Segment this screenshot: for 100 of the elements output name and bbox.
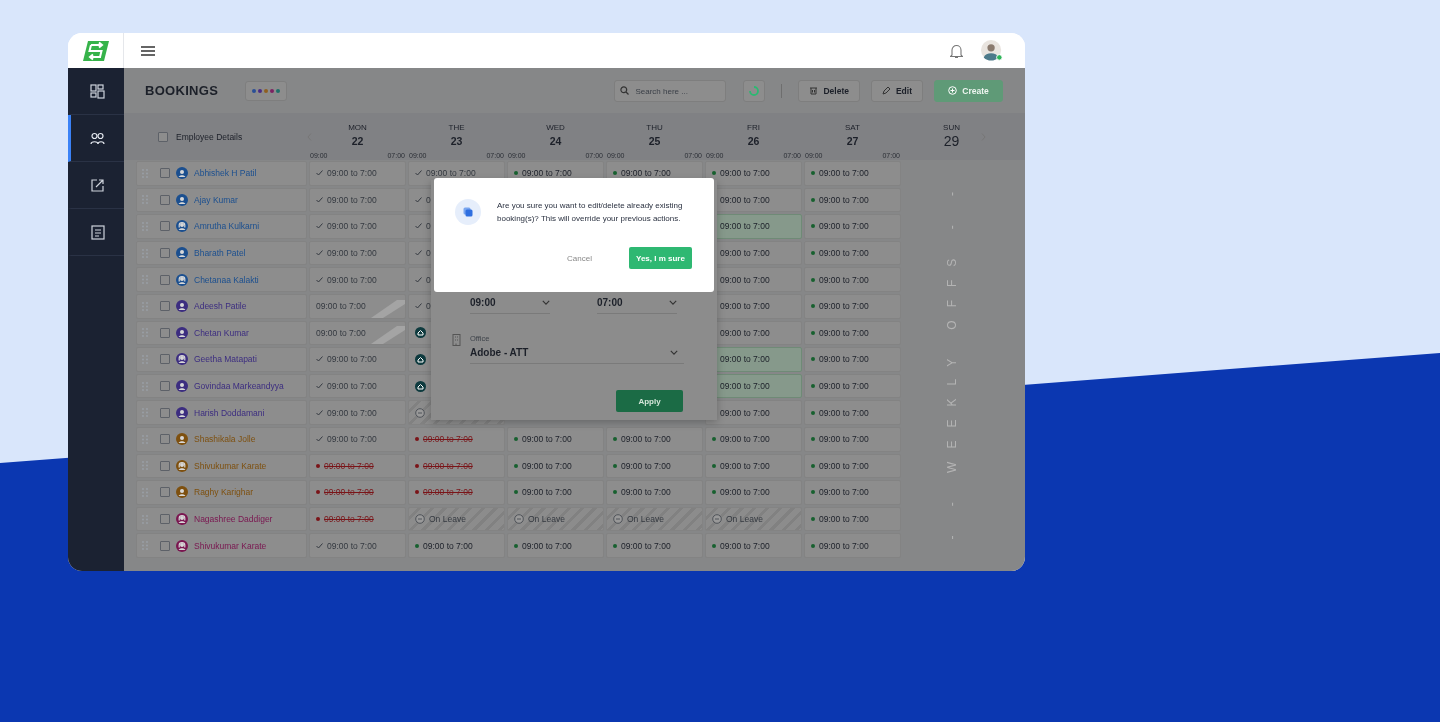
- row-checkbox[interactable]: [160, 407, 170, 418]
- booking-cell[interactable]: 09:00 to 7:00: [309, 480, 406, 505]
- booking-cell[interactable]: 09:00 to 7:00: [804, 347, 901, 372]
- check-icon: [415, 276, 422, 283]
- booking-cell[interactable]: 09:00 to 7:00: [309, 240, 406, 266]
- booking-cell[interactable]: 09:00 to 7:00: [309, 347, 406, 372]
- select-all-checkbox[interactable]: [158, 131, 168, 142]
- start-time-select[interactable]: 09:00: [470, 297, 550, 314]
- row-checkbox[interactable]: [160, 354, 170, 365]
- booking-cell[interactable]: 09:00 to 7:00: [507, 426, 604, 452]
- bell-icon[interactable]: [950, 42, 963, 59]
- booking-cell[interactable]: 09:00 to 7:00: [705, 533, 802, 558]
- booking-cell[interactable]: 09:00 to 7:00: [309, 320, 406, 346]
- booking-cell[interactable]: 09:00 to 7:00: [507, 533, 604, 558]
- employee-cell[interactable]: Geetha Matapati: [136, 347, 307, 372]
- employee-cell[interactable]: Amrutha Kulkarni: [136, 214, 307, 239]
- booking-cell[interactable]: 09:00 to 7:00: [309, 161, 406, 186]
- employee-cell[interactable]: Shivukumar Karate: [136, 533, 307, 558]
- booking-cell[interactable]: 09:00 to 7:00: [309, 293, 406, 319]
- search-field[interactable]: Search here ...: [614, 80, 727, 102]
- booking-time: 09:00 to 7:00: [720, 487, 770, 498]
- booking-cell[interactable]: 09:00 to 7:00: [804, 400, 901, 425]
- edit-button[interactable]: Edit: [870, 79, 923, 102]
- document-icon[interactable]: [90, 224, 105, 240]
- booking-cell[interactable]: 09:00 to 7:00: [804, 187, 901, 213]
- booking-cell[interactable]: 09:00 to 7:00: [804, 240, 901, 266]
- booking-cell[interactable]: 09:00 to 7:00: [309, 506, 406, 532]
- employee-cell[interactable]: Govindaa Markeandyya: [136, 373, 307, 399]
- employee-name: Harish Doddamani: [194, 407, 265, 418]
- employee-cell[interactable]: Harish Doddamani: [136, 400, 307, 425]
- end-time-select[interactable]: 07:00: [597, 297, 677, 314]
- booking-cell[interactable]: 09:00 to 7:00: [804, 320, 901, 346]
- booking-cell[interactable]: 09:00 to 7:00: [804, 161, 901, 186]
- booking-cell[interactable]: 09:00 to 7:00: [705, 400, 802, 425]
- booking-cell[interactable]: 09:00 to 7:00: [804, 214, 901, 239]
- booking-cell[interactable]: 09:00 to 7:00: [507, 453, 604, 479]
- employee-cell[interactable]: Ajay Kumar: [136, 187, 307, 213]
- booking-cell[interactable]: 09:00 to 7:00: [309, 453, 406, 479]
- refresh-button[interactable]: [743, 79, 766, 102]
- dashboard-icon[interactable]: [90, 83, 105, 99]
- booking-cell[interactable]: 09:00 to 7:00: [408, 533, 505, 558]
- avatar-icon[interactable]: [981, 39, 1003, 62]
- booking-cell[interactable]: 09:00 to 7:00: [309, 187, 406, 213]
- apply-button[interactable]: Apply: [616, 390, 683, 412]
- row-checkbox[interactable]: [160, 540, 170, 551]
- employee-cell[interactable]: Nagashree Daddiger: [136, 506, 307, 532]
- booking-cell[interactable]: 09:00 to 7:00: [705, 426, 802, 452]
- booking-cell[interactable]: 09:00 to 7:00: [408, 453, 505, 479]
- people-icon[interactable]: [90, 131, 105, 145]
- booking-cell[interactable]: 09:00 to 7:00: [804, 480, 901, 505]
- row-checkbox[interactable]: [160, 248, 170, 259]
- booking-cell[interactable]: 09:00 to 7:00: [804, 267, 901, 292]
- booking-cell[interactable]: 09:00 to 7:00: [705, 453, 802, 479]
- color-legend[interactable]: [245, 80, 288, 101]
- booking-cell[interactable]: On Leave: [507, 506, 604, 532]
- row-checkbox[interactable]: [160, 221, 170, 232]
- row-checkbox[interactable]: [160, 514, 170, 524]
- row-checkbox[interactable]: [160, 301, 170, 312]
- row-checkbox[interactable]: [160, 274, 170, 285]
- row-checkbox[interactable]: [160, 381, 170, 392]
- booking-cell[interactable]: 09:00 to 7:00: [804, 506, 901, 532]
- row-checkbox[interactable]: [160, 168, 170, 179]
- booking-cell[interactable]: 09:00 to 7:00: [705, 480, 802, 505]
- booking-cell[interactable]: 09:00 to 7:00: [606, 426, 703, 452]
- booking-cell[interactable]: 09:00 to 7:00: [408, 480, 505, 505]
- employee-cell[interactable]: Adeesh Patile: [136, 293, 307, 319]
- share-icon[interactable]: [90, 177, 105, 193]
- booking-cell[interactable]: 09:00 to 7:00: [309, 214, 406, 239]
- booking-cell[interactable]: 09:00 to 7:00: [408, 426, 505, 452]
- employee-cell[interactable]: Chetan Kumar: [136, 320, 307, 346]
- booking-cell[interactable]: 09:00 to 7:00: [804, 426, 901, 452]
- booking-cell[interactable]: 09:00 to 7:00: [606, 533, 703, 558]
- confirm-button[interactable]: Yes, I m sure: [628, 247, 692, 269]
- booking-cell[interactable]: 09:00 to 7:00: [804, 293, 901, 319]
- booking-cell[interactable]: On Leave: [705, 506, 802, 532]
- booking-cell[interactable]: 09:00 to 7:00: [309, 267, 406, 292]
- booking-cell[interactable]: 09:00 to 7:00: [606, 453, 703, 479]
- booking-cell[interactable]: 09:00 to 7:00: [507, 480, 604, 505]
- row-checkbox[interactable]: [160, 487, 170, 498]
- booking-cell[interactable]: 09:00 to 7:00: [804, 533, 901, 558]
- booking-cell[interactable]: 09:00 to 7:00: [804, 373, 901, 399]
- row-checkbox[interactable]: [160, 327, 170, 338]
- booking-cell[interactable]: 09:00 to 7:00: [705, 161, 802, 186]
- booking-cell[interactable]: On Leave: [606, 506, 703, 532]
- booking-cell[interactable]: 09:00 to 7:00: [309, 373, 406, 399]
- row-checkbox[interactable]: [160, 460, 170, 471]
- booking-cell[interactable]: 09:00 to 7:00: [804, 453, 901, 479]
- booking-cell[interactable]: 09:00 to 7:00: [309, 400, 406, 425]
- row-checkbox[interactable]: [160, 434, 170, 445]
- cancel-button[interactable]: Cancel: [567, 253, 592, 263]
- row-checkbox[interactable]: [160, 194, 170, 205]
- employee-cell[interactable]: Bharath Patel: [136, 240, 307, 266]
- booking-cell[interactable]: 09:00 to 7:00: [309, 426, 406, 452]
- employee-cell[interactable]: Abhishek H Patil: [136, 161, 307, 186]
- delete-button[interactable]: Delete: [798, 79, 860, 102]
- booking-cell[interactable]: 09:00 to 7:00: [606, 480, 703, 505]
- booking-cell[interactable]: 09:00 to 7:00: [309, 533, 406, 558]
- booking-cell[interactable]: On Leave: [408, 506, 505, 532]
- employee-cell[interactable]: Chetanaa Kalakti: [136, 267, 307, 292]
- menu-icon[interactable]: [141, 45, 155, 56]
